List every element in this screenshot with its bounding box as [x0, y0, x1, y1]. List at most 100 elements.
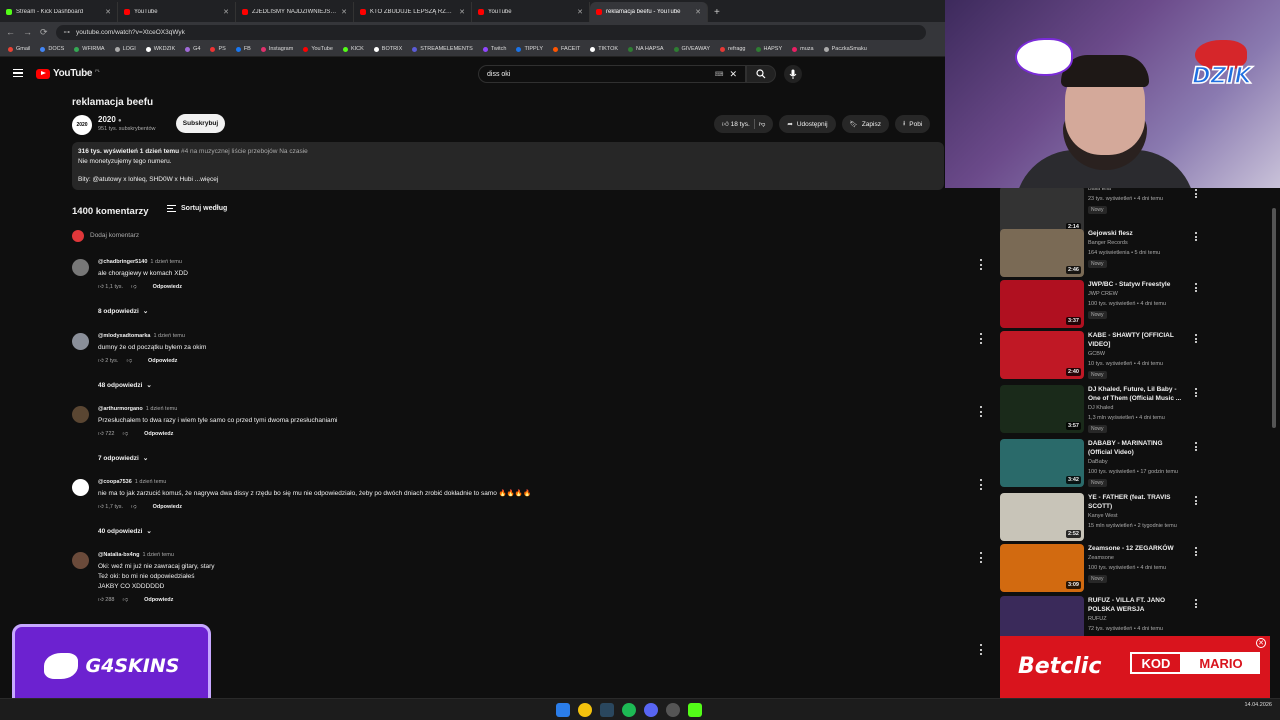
- dislike-button[interactable]: 👎︎: [759, 120, 766, 128]
- add-comment-input[interactable]: Dodaj komentarz: [90, 232, 139, 239]
- forward-icon[interactable]: →: [23, 27, 32, 37]
- clear-search-icon[interactable]: ✕: [729, 69, 737, 80]
- video-title[interactable]: KABE - SHAWTY [OFFICIAL VIDEO]: [1088, 331, 1188, 349]
- video-thumbnail[interactable]: 2:52: [1000, 493, 1084, 541]
- discord-icon[interactable]: [644, 703, 658, 717]
- replies-toggle[interactable]: 40 odpowiedzi ⌄: [98, 527, 152, 536]
- bookmark-item[interactable]: G4: [185, 46, 200, 52]
- bookmark-item[interactable]: NA HAPSA: [628, 46, 664, 52]
- video-title[interactable]: JWP/BC - Statyw Freestyle: [1088, 280, 1188, 289]
- comment-avatar[interactable]: [72, 259, 89, 276]
- youtube-logo[interactable]: YouTube PL: [36, 68, 100, 79]
- share-button[interactable]: ➦ Udostępnij: [779, 115, 836, 133]
- recommended-video[interactable]: 2:46 Gejowski flesz Banger Records 164 wyśw…: [1000, 229, 1205, 277]
- comment-menu-icon[interactable]: [980, 406, 983, 417]
- video-channel[interactable]: DJ Khaled: [1088, 405, 1113, 411]
- comment-avatar[interactable]: [72, 406, 89, 423]
- recommended-video[interactable]: 3:37 JWP/BC - Statyw Freestyle JWP CREW 100…: [1000, 280, 1205, 328]
- channel-avatar[interactable]: 2020: [72, 115, 92, 135]
- recommended-video[interactable]: 2:14 Baila Ella 23 tys. wyświetleń • 4 dni…: [1000, 186, 1205, 234]
- video-description[interactable]: 316 tys. wyświetleń 1 dzień temu #4 na m…: [72, 142, 944, 190]
- comment-like-button[interactable]: 👍︎ 2 tys.: [98, 358, 118, 364]
- replies-toggle[interactable]: 7 odpowiedzi ⌄: [98, 454, 148, 463]
- video-title[interactable]: YE - FATHER (feat. TRAVIS SCOTT): [1088, 493, 1188, 511]
- video-channel[interactable]: Banger Records: [1088, 240, 1128, 246]
- video-menu-icon[interactable]: [1195, 496, 1198, 505]
- video-menu-icon[interactable]: [1195, 232, 1198, 241]
- comment-dislike-button[interactable]: 👎︎: [126, 358, 132, 364]
- bookmark-item[interactable]: Instagram: [260, 46, 293, 52]
- new-tab-icon[interactable]: +: [708, 7, 726, 22]
- close-tab-icon[interactable]: ✕: [341, 8, 347, 16]
- video-title[interactable]: Zeamsone - 12 ZEGARKÓW: [1088, 544, 1188, 553]
- comment-avatar[interactable]: [72, 333, 89, 350]
- video-menu-icon[interactable]: [1195, 442, 1198, 451]
- obs-icon[interactable]: [666, 703, 680, 717]
- video-thumbnail[interactable]: 2:46: [1000, 229, 1084, 277]
- kick-icon[interactable]: [688, 703, 702, 717]
- comment-dislike-button[interactable]: 👎︎: [131, 504, 137, 510]
- comment-like-button[interactable]: 👍︎ 1,1 tys.: [98, 284, 123, 290]
- bookmark-item[interactable]: DOCS: [40, 46, 64, 52]
- recommended-video[interactable]: 2:52 YE - FATHER (feat. TRAVIS SCOTT) Kany…: [1000, 493, 1205, 541]
- bookmark-item[interactable]: muza: [792, 46, 814, 52]
- comment-reply-button[interactable]: Odpowiedz: [144, 431, 173, 437]
- comment-time[interactable]: 1 dzień temu: [153, 333, 185, 339]
- video-thumbnail[interactable]: 2:40: [1000, 331, 1084, 379]
- video-thumbnail[interactable]: 3:57: [1000, 385, 1084, 433]
- start-menu-icon[interactable]: [556, 703, 570, 717]
- browser-tab[interactable]: reklamacja beefu - YouTube ✕: [590, 2, 708, 22]
- close-tab-icon[interactable]: ✕: [223, 8, 229, 16]
- system-tray[interactable]: 14.04.2026: [1244, 702, 1272, 709]
- bookmark-item[interactable]: BOTRIX: [373, 46, 402, 52]
- video-menu-icon[interactable]: [1195, 599, 1198, 608]
- bookmark-item[interactable]: refragg: [720, 46, 746, 52]
- comment-author[interactable]: @Natalia-bx4ng: [98, 552, 139, 558]
- video-channel[interactable]: GCBW: [1088, 351, 1105, 357]
- bookmark-item[interactable]: PaczkaSmaku: [823, 46, 867, 52]
- video-channel[interactable]: RUFUZ: [1088, 616, 1107, 622]
- voice-search-button[interactable]: [784, 65, 802, 83]
- video-title[interactable]: DJ Khaled, Future, Lil Baby - One of The…: [1088, 385, 1188, 403]
- comment-avatar[interactable]: [72, 552, 89, 569]
- comment-time[interactable]: 1 dzień temu: [142, 552, 174, 558]
- comment-menu-icon[interactable]: [980, 333, 983, 344]
- bookmark-item[interactable]: FACEIT: [552, 46, 580, 52]
- bookmark-item[interactable]: WKDZIK: [145, 46, 175, 52]
- browser-tab[interactable]: YouTube ✕: [118, 2, 236, 22]
- close-tab-icon[interactable]: ✕: [695, 8, 701, 16]
- browser-tab[interactable]: KTO ZBUDUJE LEPSZĄ RZECZ ✕: [354, 2, 472, 22]
- recommended-video[interactable]: 3:09 Zeamsone - 12 ZEGARKÓW Zeamsone 100 ty…: [1000, 544, 1205, 592]
- bookmark-item[interactable]: TIPPLY: [516, 46, 543, 52]
- bookmark-item[interactable]: Twitch: [482, 46, 506, 52]
- subscribe-button[interactable]: Subskrybuj: [176, 114, 225, 133]
- bookmark-item[interactable]: KICK: [342, 46, 364, 52]
- video-menu-icon[interactable]: [1195, 283, 1198, 292]
- bookmark-item[interactable]: GIVEAWAY: [673, 46, 710, 52]
- bookmark-item[interactable]: STREAMELEMENTS: [412, 46, 473, 52]
- comment-reply-button[interactable]: Odpowiedz: [153, 504, 182, 510]
- back-icon[interactable]: ←: [6, 27, 15, 37]
- site-info-icon[interactable]: ⊶: [64, 28, 71, 36]
- bookmark-item[interactable]: LOGI: [114, 46, 136, 52]
- comment-menu-icon[interactable]: [980, 552, 983, 563]
- comment-author[interactable]: @coopa7536: [98, 479, 132, 485]
- comment-avatar[interactable]: [72, 479, 89, 496]
- comment-author[interactable]: @mlodyxadtomarka: [98, 333, 150, 339]
- video-channel[interactable]: JWP CREW: [1088, 291, 1118, 297]
- sidebar-scrollbar[interactable]: [1272, 208, 1276, 428]
- reload-icon[interactable]: ⟳: [40, 27, 48, 38]
- video-title[interactable]: RUFUZ - VILLA FT. JANO POLSKA WERSJA: [1088, 596, 1188, 614]
- download-button[interactable]: ⭳ Pobi: [894, 115, 931, 133]
- browser-tab[interactable]: YouTube ✕: [472, 2, 590, 22]
- video-channel[interactable]: DaBaby: [1088, 459, 1108, 465]
- comment-menu-icon[interactable]: [980, 479, 983, 490]
- video-thumbnail[interactable]: 3:09: [1000, 544, 1084, 592]
- video-thumbnail[interactable]: 2:14: [1000, 186, 1084, 234]
- comment-time[interactable]: 1 dzień temu: [150, 259, 182, 265]
- comment-like-button[interactable]: 👍︎ 1,7 tys.: [98, 504, 123, 510]
- close-tab-icon[interactable]: ✕: [105, 8, 111, 16]
- keyboard-icon[interactable]: ⌨: [715, 71, 724, 78]
- steam-icon[interactable]: [600, 703, 614, 717]
- comment-dislike-button[interactable]: 👎︎: [131, 284, 137, 290]
